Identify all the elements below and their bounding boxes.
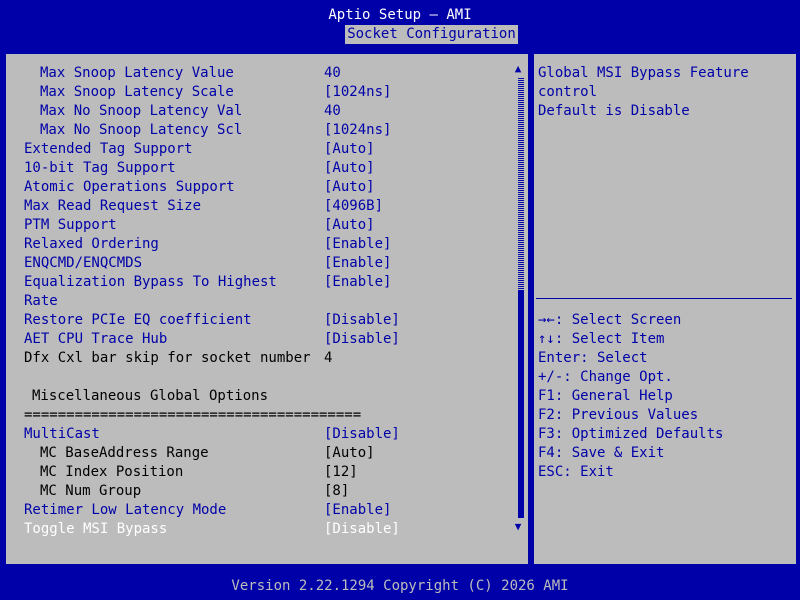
setting-value[interactable]: [Auto] — [324, 140, 375, 159]
setting-row[interactable]: Max Snoop Latency Scale [1024ns] — [6, 83, 506, 102]
setting-label: Max Snoop Latency Scale — [40, 84, 234, 100]
setting-row: Dfx Cxl bar skip for socket number 4 — [6, 349, 506, 368]
setting-label: Equalization Bypass To Highest — [24, 274, 277, 290]
setting-value[interactable]: [Auto] — [324, 159, 375, 178]
setting-value[interactable]: [Disable] — [324, 330, 400, 349]
help-text-line: Default is Disable — [538, 103, 690, 119]
setting-label: Toggle MSI Bypass — [24, 521, 168, 537]
setting-row[interactable]: Toggle MSI Bypass [Disable] — [6, 520, 506, 539]
setting-label: PTM Support — [24, 217, 117, 233]
setting-label: Restore PCIe EQ coefficient — [24, 312, 252, 328]
setting-label: Max No Snoop Latency Val — [40, 103, 243, 119]
help-text-line: control — [538, 84, 598, 100]
key-hint: F1: General Help — [538, 388, 673, 404]
setting-label: Extended Tag Support — [24, 141, 193, 157]
setting-row[interactable]: Retimer Low Latency Mode [Enable] — [6, 501, 506, 520]
setting-row: Miscellaneous Global Options — [6, 387, 506, 406]
setting-value: [Auto] — [324, 445, 375, 461]
setting-label: Max No Snoop Latency Scl — [40, 122, 243, 138]
setting-value: [8] — [324, 483, 350, 499]
help-panel: Global MSI Bypass Feature control Default … — [532, 52, 798, 566]
footer-bar: Version 2.22.1294 Copyright (C) 2026 AMI — [0, 575, 800, 600]
setting-label: Max Read Request Size — [24, 198, 202, 214]
setting-value[interactable]: [Auto] — [324, 216, 375, 235]
setting-label: ENQCMD/ENQCMDS — [24, 255, 143, 271]
setting-value: 4 — [324, 350, 333, 366]
setting-label: MultiCast — [24, 426, 100, 442]
setting-row[interactable]: Max No Snoop Latency Scl [1024ns] — [6, 121, 506, 140]
setting-row: MC Num Group [8] — [6, 482, 506, 501]
setting-row[interactable]: Rate — [6, 292, 506, 311]
key-hint: →←: Select Screen — [538, 312, 682, 328]
setting-label: 10-bit Tag Support — [24, 160, 176, 176]
setting-row[interactable]: Max Read Request Size [4096B] — [6, 197, 506, 216]
setting-row[interactable]: Atomic Operations Support [Auto] — [6, 178, 506, 197]
key-hint: ↑↓: Select Item — [538, 331, 665, 347]
setting-label: MC Index Position — [40, 464, 184, 480]
key-hint: Enter: Select — [538, 350, 648, 366]
key-hint: ESC: Exit — [538, 464, 614, 480]
setting-label: ======================================== — [24, 407, 362, 423]
version-copyright: Version 2.22.1294 Copyright (C) 2026 AMI — [231, 578, 569, 594]
setting-value[interactable]: [Disable] — [324, 311, 400, 330]
help-divider — [536, 298, 792, 299]
setting-label: AET CPU Trace Hub — [24, 331, 168, 347]
setting-value[interactable]: [Enable] — [324, 254, 391, 273]
setting-row[interactable]: Relaxed Ordering [Enable] — [6, 235, 506, 254]
help-text-line: Global MSI Bypass Feature — [538, 65, 749, 81]
setting-row[interactable]: AET CPU Trace Hub [Disable] — [6, 330, 506, 349]
setting-value[interactable]: [Enable] — [324, 501, 391, 520]
setting-row[interactable]: Restore PCIe EQ coefficient [Disable] — [6, 311, 506, 330]
header-bar: Aptio Setup – AMI Socket Configuration — [0, 0, 800, 46]
app-title: Aptio Setup – AMI — [328, 7, 472, 23]
setting-value[interactable]: [4096B] — [324, 197, 383, 216]
setting-value[interactable]: [1024ns] — [324, 83, 391, 102]
setting-row[interactable]: Max Snoop Latency Value 40 — [6, 64, 506, 83]
setting-label: Relaxed Ordering — [24, 236, 159, 252]
setting-value[interactable]: [1024ns] — [324, 121, 391, 140]
key-hint: +/-: Change Opt. — [538, 369, 673, 385]
setting-label: Atomic Operations Support — [24, 179, 235, 195]
scroll-up-arrow-icon[interactable]: ▲ — [512, 62, 524, 76]
tab-socket-configuration[interactable]: Socket Configuration — [345, 25, 518, 44]
setting-label: MC BaseAddress Range — [40, 445, 209, 461]
setting-label: MC Num Group — [40, 483, 142, 499]
setting-row[interactable]: MultiCast [Disable] — [6, 425, 506, 444]
key-hint: F4: Save & Exit — [538, 445, 665, 461]
scrollbar-thumb[interactable] — [518, 290, 524, 518]
setting-row: ======================================== — [6, 406, 506, 425]
setting-value[interactable]: [Auto] — [324, 178, 375, 197]
key-hint: F3: Optimized Defaults — [538, 426, 724, 442]
key-hint: F2: Previous Values — [538, 407, 699, 423]
setting-row[interactable]: Equalization Bypass To Highest [Enable] — [6, 273, 506, 292]
setting-label: Max Snoop Latency Value — [40, 65, 234, 81]
setting-value: [12] — [324, 464, 358, 480]
setting-row: MC BaseAddress Range [Auto] — [6, 444, 506, 463]
setting-value[interactable]: [Disable] — [324, 520, 400, 539]
setting-row[interactable]: 10-bit Tag Support [Auto] — [6, 159, 506, 178]
setting-row[interactable]: Max No Snoop Latency Val 40 — [6, 102, 506, 121]
setting-value[interactable]: [Disable] — [324, 425, 400, 444]
setting-label: Dfx Cxl bar skip for socket number — [24, 350, 311, 366]
setting-value[interactable]: 40 — [324, 102, 341, 121]
settings-panel: Max Snoop Latency Value 40 Max Snoop Laten… — [4, 52, 530, 566]
setting-value[interactable]: [Enable] — [324, 273, 391, 292]
setting-row[interactable]: ENQCMD/ENQCMDS [Enable] — [6, 254, 506, 273]
scroll-down-arrow-icon[interactable]: ▼ — [512, 520, 524, 534]
setting-label: Miscellaneous Global Options — [32, 388, 269, 404]
setting-row: MC Index Position [12] — [6, 463, 506, 482]
setting-row — [6, 368, 506, 387]
setting-row[interactable]: PTM Support [Auto] — [6, 216, 506, 235]
setting-label: Rate — [24, 293, 58, 309]
setting-value[interactable]: [Enable] — [324, 235, 391, 254]
setting-label: Retimer Low Latency Mode — [24, 502, 227, 518]
setting-value[interactable]: 40 — [324, 64, 341, 83]
setting-row[interactable]: Extended Tag Support [Auto] — [6, 140, 506, 159]
